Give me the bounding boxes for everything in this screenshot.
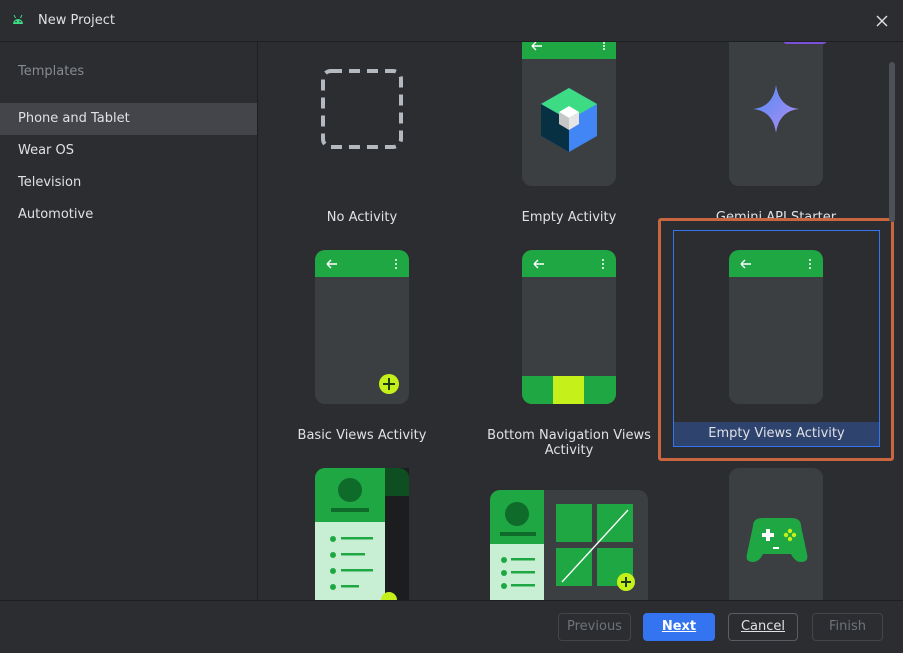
template-gemini-api-starter[interactable]: Gemini API Starter [673,42,879,262]
close-icon[interactable] [874,13,890,29]
template-empty-views-activity[interactable]: Empty Views Activity [673,230,880,447]
dialog-footer: Previous Next Cancel Finish [0,600,903,653]
template-label: Basic Views Activity [297,428,427,443]
sidebar-item-automotive[interactable]: Automotive [0,199,257,231]
gemini-api-starter-thumbnail [729,42,827,186]
android-icon [13,14,23,24]
template-navigation-drawer-views-activity[interactable] [259,462,465,600]
sidebar-item-wear-os[interactable]: Wear OS [0,135,257,167]
empty-views-activity-thumbnail [729,250,823,404]
sidebar-heading: Templates [18,64,85,79]
cancel-button[interactable]: Cancel [728,613,798,641]
responsive-views-thumbnail [490,490,648,600]
template-empty-activity[interactable]: Empty Activity [466,42,672,262]
templates-sidebar: Templates Phone and Tablet Wear OS Telev… [0,42,258,600]
template-basic-views-activity[interactable]: Basic Views Activity [259,242,465,462]
navigation-drawer-thumbnail [315,468,409,600]
sidebar-item-phone-and-tablet[interactable]: Phone and Tablet [0,103,257,135]
bottom-navigation-views-activity-thumbnail [522,250,616,404]
no-activity-thumbnail [321,69,403,149]
template-label: No Activity [326,210,398,225]
previous-button[interactable]: Previous [558,613,631,641]
empty-activity-thumbnail [522,42,616,186]
template-label: Empty Views Activity [674,422,879,446]
template-label: Bottom Navigation Views Activity [487,428,651,458]
next-button[interactable]: Next [643,613,715,641]
game-activity-thumbnail [729,468,823,600]
title-bar: New Project [0,0,903,42]
gallery-scrollbar[interactable] [889,62,895,222]
template-game-activity[interactable] [673,462,879,600]
basic-views-activity-thumbnail [315,250,409,404]
window-title: New Project [38,13,115,28]
template-no-activity[interactable]: No Activity [259,42,465,262]
finish-button[interactable]: Finish [812,613,883,641]
sidebar-item-television[interactable]: Television [0,167,257,199]
template-label: Empty Activity [521,210,617,225]
template-label: Gemini API Starter [715,210,837,225]
template-responsive-views-activity[interactable] [466,462,672,600]
template-bottom-navigation-views-activity[interactable]: Bottom Navigation Views Activity [466,242,672,462]
